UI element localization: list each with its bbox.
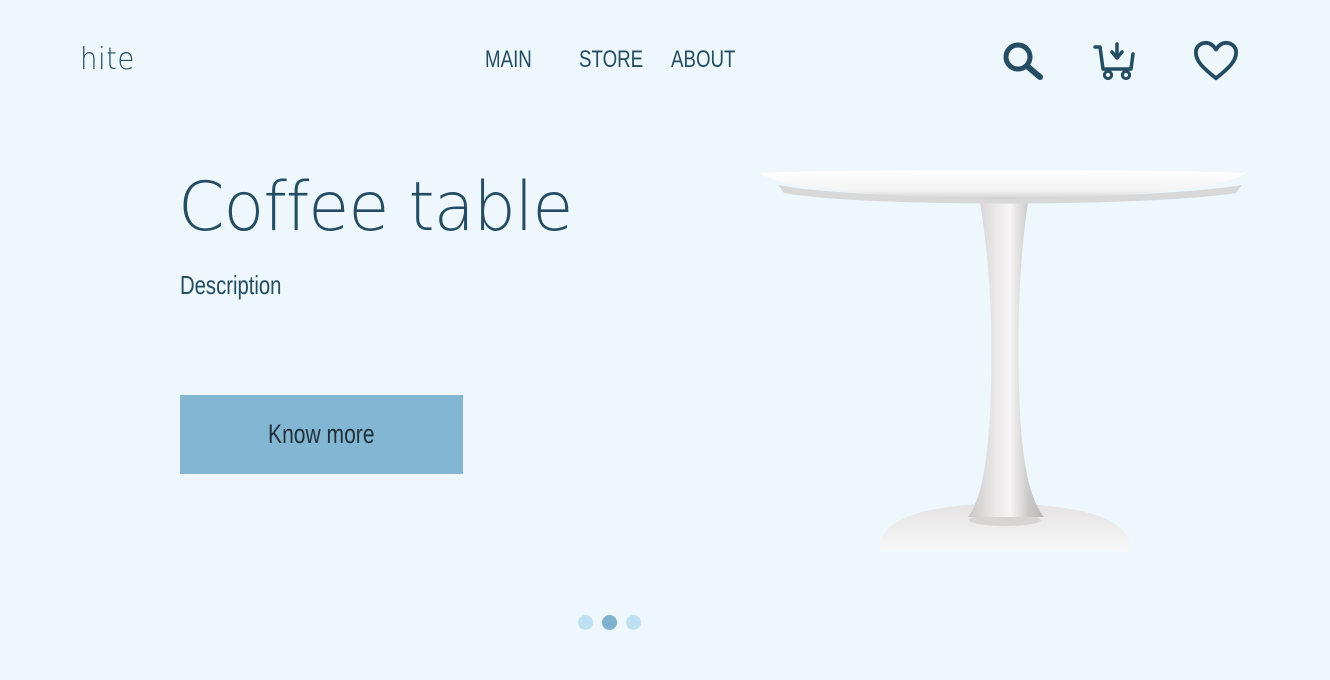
carousel-dot-3[interactable] (626, 615, 641, 630)
search-icon (1003, 42, 1043, 80)
hero-description: Description (180, 270, 282, 300)
favorites-button[interactable] (1193, 38, 1239, 84)
nav-link-store[interactable]: STORE (579, 46, 643, 74)
logo[interactable]: hite (80, 42, 135, 77)
cart-icon (1093, 42, 1135, 81)
cart-button[interactable] (1092, 38, 1138, 84)
carousel-dot-1[interactable] (578, 615, 593, 630)
carousel-dots (578, 615, 641, 630)
page: hite MAIN STORE ABOUT Coffee table Descr… (0, 0, 1330, 680)
heart-icon (1193, 40, 1239, 81)
hero-title: Coffee table (178, 168, 573, 247)
nav-link-about[interactable]: ABOUT (671, 46, 735, 74)
coffee-table-image (760, 170, 1246, 551)
know-more-button[interactable]: Know more (180, 395, 463, 474)
nav-link-main[interactable]: MAIN (485, 46, 532, 74)
know-more-label: Know more (268, 419, 375, 449)
carousel-dot-2[interactable] (602, 615, 617, 630)
main-nav: MAIN STORE ABOUT (485, 46, 777, 74)
search-button[interactable] (1000, 38, 1046, 84)
